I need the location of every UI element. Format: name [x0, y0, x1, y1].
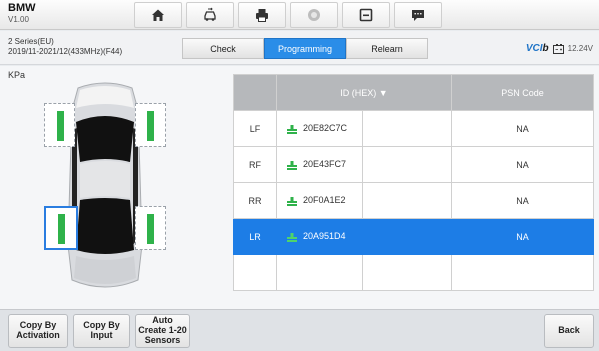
table-header: ID (HEX) ▼ PSN Code	[233, 74, 594, 111]
vehicle-model: 2 Series(EU)	[8, 37, 54, 46]
tire-lf[interactable]	[44, 103, 75, 147]
table-row-empty[interactable]	[233, 254, 594, 291]
vehicle-make: BMW	[8, 2, 36, 14]
row-psn-code: NA	[451, 146, 594, 183]
tire-rr[interactable]	[135, 206, 166, 250]
top-bar: BMW V1.00	[0, 0, 599, 30]
row-psn-code: NA	[451, 110, 594, 147]
sub-bar: 2 Series(EU) 2019/11-2021/12(433MHz)(F44…	[0, 31, 599, 65]
vehicle-swap-icon	[204, 7, 216, 21]
vehicle-swap-button[interactable]	[186, 2, 234, 28]
table-row[interactable]: RR 20F0A1E2 NA	[233, 182, 594, 219]
toolbar	[134, 2, 446, 28]
main-panel: KPa ID (HEX) ▼ PSN Code LF 20E82C7C NA R…	[0, 66, 599, 309]
row-psn-code: NA	[451, 218, 594, 255]
battery-icon	[552, 43, 564, 54]
brand: BMW V1.00	[8, 3, 36, 24]
software-version: V1.00	[8, 15, 29, 24]
home-icon	[152, 9, 164, 21]
sensor-status-rf	[147, 111, 154, 141]
sensor-icon	[287, 196, 297, 206]
tire-rf[interactable]	[135, 103, 166, 147]
table-row[interactable]: LF 20E82C7C NA	[233, 110, 594, 147]
row-position: RR	[233, 182, 277, 219]
sensor-table: ID (HEX) ▼ PSN Code LF 20E82C7C NA RF 20…	[233, 74, 594, 291]
vehicle-info: 2 Series(EU) 2019/11-2021/12(433MHz)(F44…	[8, 37, 122, 57]
auto-create-sensors-button[interactable]: Auto Create 1-20 Sensors	[135, 314, 190, 348]
copy-by-input-button[interactable]: Copy By Input	[73, 314, 130, 348]
copy-by-activation-button[interactable]: Copy By Activation	[8, 314, 68, 348]
row-sensor-id: 20F0A1E2	[303, 195, 346, 206]
pressure-unit: KPa	[8, 70, 26, 80]
print-button[interactable]	[238, 2, 286, 28]
row-sensor-id: 20E82C7C	[303, 123, 348, 134]
header-position	[233, 74, 277, 111]
table-row[interactable]: RF 20E43FC7 NA	[233, 146, 594, 183]
row-sensor-id: 20E43FC7	[303, 159, 347, 170]
help-icon	[308, 9, 320, 21]
bottom-bar: Copy By Activation Copy By Input Auto Cr…	[0, 309, 599, 351]
row-position: RF	[233, 146, 277, 183]
save-icon	[359, 8, 373, 22]
sensor-icon	[287, 124, 297, 134]
row-sensor-id: 20A951D4	[303, 231, 346, 242]
tab-relearn[interactable]: Relearn	[346, 38, 428, 59]
back-button[interactable]: Back	[544, 314, 594, 348]
battery-voltage: 12.24V	[567, 44, 593, 53]
header-psn-code: PSN Code	[451, 74, 594, 111]
help-button[interactable]	[290, 2, 338, 28]
row-position: LF	[233, 110, 277, 147]
sensor-status-rr	[147, 214, 154, 244]
home-button[interactable]	[134, 2, 182, 28]
tire-lr[interactable]	[44, 206, 78, 250]
table-row-selected[interactable]: LR 20A951D4 NA	[233, 218, 594, 255]
row-position: LR	[233, 218, 277, 255]
vci-status: VCIb 12.24V	[526, 43, 593, 54]
tab-check[interactable]: Check	[182, 38, 264, 59]
sensor-icon	[287, 232, 297, 242]
sensor-icon	[287, 160, 297, 170]
vehicle-range: 2019/11-2021/12(433MHz)(F44)	[8, 47, 123, 56]
vci-logo: VCIb	[525, 43, 549, 54]
message-button[interactable]	[394, 2, 442, 28]
header-id-hex[interactable]: ID (HEX) ▼	[276, 74, 452, 111]
message-icon	[412, 10, 424, 21]
function-tabs: Check Programming Relearn	[182, 38, 428, 59]
sensor-status-lr	[58, 214, 65, 244]
sensor-status-lf	[57, 111, 64, 141]
print-icon	[256, 9, 268, 22]
save-button[interactable]	[342, 2, 390, 28]
tab-programming[interactable]: Programming	[264, 38, 346, 59]
row-psn-code: NA	[451, 182, 594, 219]
